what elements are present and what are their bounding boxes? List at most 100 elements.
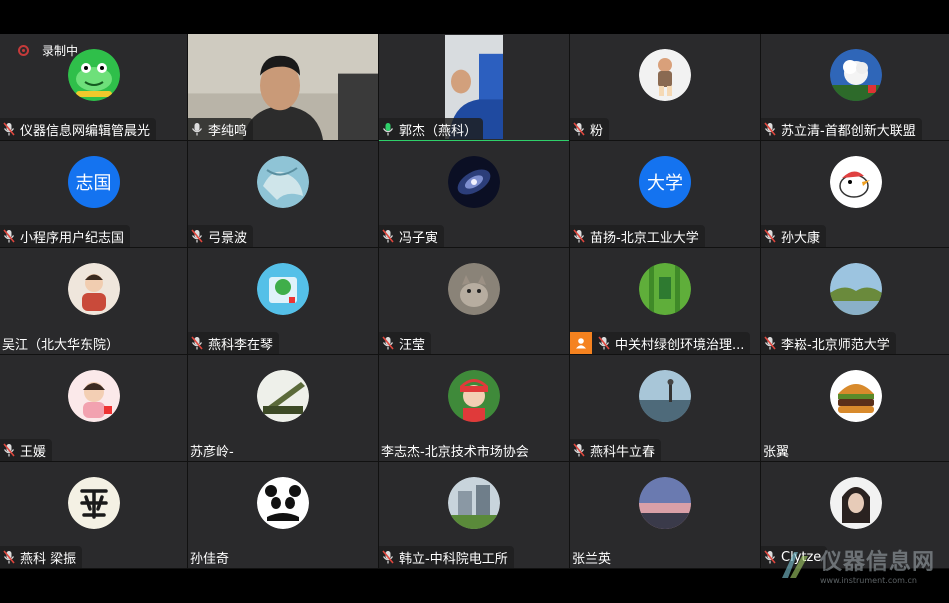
- mic-icon: [192, 123, 202, 136]
- participant-nameplate: 李志杰-北京技术市场协会: [379, 439, 535, 461]
- participant-nameplate: 小程序用户纪志国: [0, 225, 131, 247]
- participant-name: 郭杰（燕科）: [399, 123, 478, 139]
- instrument-logo-icon: [781, 551, 808, 578]
- participant-tile[interactable]: 苏立清-首都创新大联盟: [761, 34, 949, 141]
- participant-tile[interactable]: 吴江（北大华东院）: [0, 248, 187, 355]
- participant-name: 粉: [590, 123, 604, 139]
- participant-nameplate: 汪莹: [379, 332, 432, 354]
- participant-name: 弓景波: [208, 230, 248, 246]
- participant-tile[interactable]: 李崧-北京师范大学: [761, 248, 949, 355]
- participant-tile[interactable]: 韩立-中科院电工所: [379, 462, 569, 569]
- participant-name: 李崧-北京师范大学: [781, 337, 890, 353]
- bird-cartoon: [830, 156, 882, 208]
- sunset-photo: [639, 477, 691, 529]
- participant-tile[interactable]: 燕科 梁振: [0, 462, 187, 569]
- mic-muted-icon: [573, 229, 585, 243]
- recording-indicator[interactable]: 录制中: [18, 42, 78, 59]
- child-photo: [448, 370, 500, 422]
- participant-name: 苗扬-北京工业大学: [590, 230, 699, 246]
- participant-tile[interactable]: 汪莹: [379, 248, 569, 355]
- participant-name: 张兰英: [572, 551, 612, 567]
- mic-muted-icon: [764, 122, 776, 136]
- participant-nameplate: 李纯鸣: [188, 118, 254, 140]
- participant-name: 冯子寅: [399, 230, 439, 246]
- mic-muted-icon: [382, 229, 394, 243]
- participant-tile[interactable]: 冯子寅: [379, 141, 569, 248]
- participant-name: 中关村绿创环境治理...: [615, 337, 745, 353]
- participant-tile-speaking[interactable]: 郭杰（燕科）: [379, 34, 569, 141]
- watermark-title: 仪器信息网: [819, 550, 935, 575]
- mic-muted-icon: [3, 122, 15, 136]
- participant-nameplate: 张兰英: [570, 546, 617, 568]
- participant-tile[interactable]: 苏彦岭-: [188, 355, 378, 462]
- participant-nameplate: 韩立-中科院电工所: [379, 546, 514, 568]
- mic-speaking-icon: [383, 123, 393, 136]
- participant-nameplate: 中关村绿创环境治理...: [570, 332, 751, 354]
- participant-name: 苏立清-首都创新大联盟: [781, 123, 916, 139]
- video-grid: 仪器信息网编辑管晨光 李纯鸣 郭杰（燕科） 粉 苏立清-首都创新大联盟 志国 小…: [0, 34, 949, 569]
- mic-muted-icon: [764, 229, 776, 243]
- participant-nameplate: 张翼: [761, 439, 795, 461]
- participant-name: 汪莹: [399, 337, 426, 353]
- participant-tile[interactable]: 志国 小程序用户纪志国: [0, 141, 187, 248]
- mic-muted-icon: [3, 550, 15, 564]
- participant-name: 仪器信息网编辑管晨光: [20, 123, 151, 139]
- mic-muted-icon: [598, 336, 610, 350]
- participant-nameplate: 孙佳奇: [188, 546, 235, 568]
- participant-nameplate: 李崧-北京师范大学: [761, 332, 896, 354]
- mic-muted-icon: [191, 229, 203, 243]
- participant-tile[interactable]: 李志杰-北京技术市场协会: [379, 355, 569, 462]
- participant-tile[interactable]: 孙大康: [761, 141, 949, 248]
- participant-nameplate: 燕科李在琴: [188, 332, 280, 354]
- participant-nameplate: 冯子寅: [379, 225, 445, 247]
- top-bar: [0, 0, 949, 34]
- participant-tile[interactable]: 李纯鸣: [188, 34, 378, 141]
- participant-tile[interactable]: 孙佳奇: [188, 462, 378, 569]
- mic-muted-icon: [3, 229, 15, 243]
- participant-tile[interactable]: 燕科牛立春: [570, 355, 760, 462]
- participant-nameplate: 郭杰（燕科）: [379, 118, 484, 140]
- participant-tile[interactable]: 大学 苗扬-北京工业大学: [570, 141, 760, 248]
- participant-name: 燕科牛立春: [590, 444, 656, 460]
- child-photo: [67, 263, 120, 315]
- user-badge-icon: [570, 332, 592, 354]
- galaxy-photo: [448, 156, 500, 208]
- mic-muted-icon: [764, 550, 776, 564]
- participant-nameplate: 孙大康: [761, 225, 827, 247]
- participant-name: 李志杰-北京技术市场协会: [381, 444, 529, 460]
- city-photo: [639, 370, 691, 422]
- participant-name: 孙佳奇: [190, 551, 230, 567]
- participant-name: 韩立-中科院电工所: [399, 551, 508, 567]
- child-photo: [639, 49, 691, 101]
- participant-name: 苏彦岭-: [190, 444, 234, 460]
- participant-tile[interactable]: 粉: [570, 34, 760, 141]
- participant-name: 孙大康: [781, 230, 821, 246]
- participant-tile[interactable]: 王媛: [0, 355, 187, 462]
- participant-name: 燕科李在琴: [208, 337, 274, 353]
- participant-nameplate: 粉: [570, 118, 610, 140]
- participant-name: 吴江（北大华东院）: [2, 337, 120, 353]
- participant-nameplate: 苏彦岭-: [188, 439, 240, 461]
- recording-label: 录制中: [42, 44, 79, 58]
- missile-photo: [257, 370, 309, 422]
- panda-icon: [257, 477, 309, 529]
- avatar-initials: 大学: [639, 156, 691, 208]
- record-icon: [18, 45, 29, 56]
- mic-muted-icon: [382, 550, 394, 564]
- participant-nameplate: 燕科 梁振: [0, 546, 83, 568]
- participant-tile[interactable]: 弓景波: [188, 141, 378, 248]
- participant-tile[interactable]: 燕科李在琴: [188, 248, 378, 355]
- participant-nameplate: 燕科牛立春: [570, 439, 662, 461]
- participant-nameplate: 苗扬-北京工业大学: [570, 225, 705, 247]
- participant-tile[interactable]: 张兰英: [570, 462, 760, 569]
- bamboo-photo: [639, 263, 691, 315]
- participant-tile[interactable]: 中关村绿创环境治理...: [570, 248, 760, 355]
- participant-tile[interactable]: 张翼: [761, 355, 949, 462]
- mic-muted-icon: [3, 443, 15, 457]
- participant-nameplate: 王媛: [0, 439, 53, 461]
- participant-nameplate: 苏立清-首都创新大联盟: [761, 118, 922, 140]
- flower-photo: [830, 49, 882, 101]
- cat-photo: [448, 263, 500, 315]
- landscape-photo: [830, 263, 882, 315]
- participant-nameplate: 仪器信息网编辑管晨光: [0, 118, 157, 140]
